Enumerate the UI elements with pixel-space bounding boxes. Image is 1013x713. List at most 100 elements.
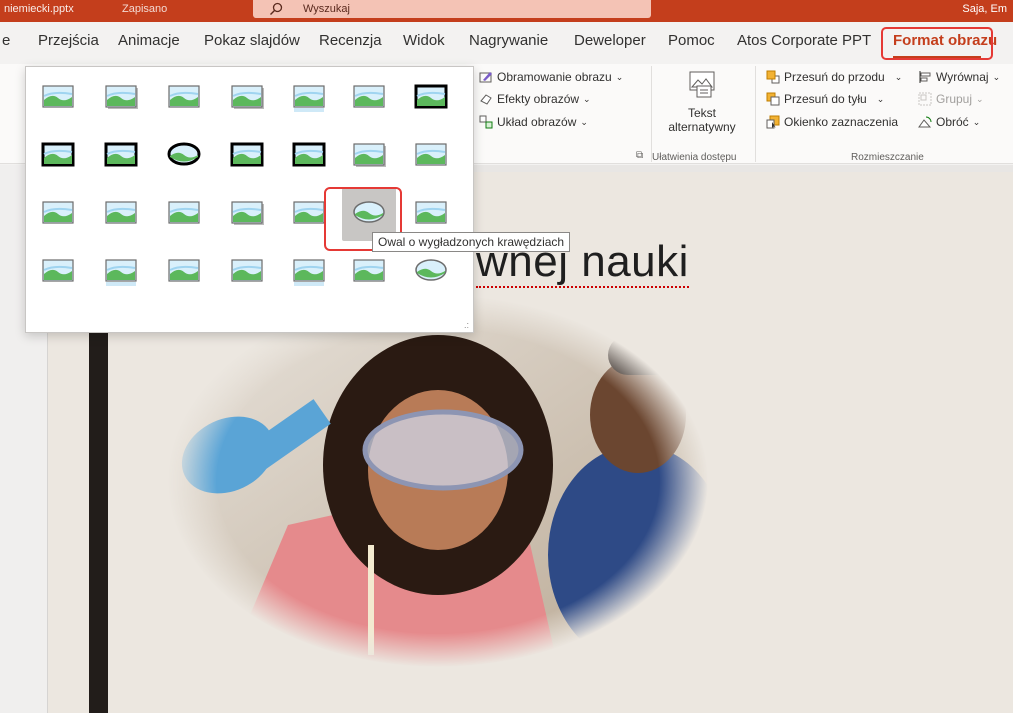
gallery-item-beveled-matte[interactable] bbox=[157, 71, 211, 125]
gallery-item-metal-rounded[interactable] bbox=[342, 245, 396, 299]
chevron-down-icon: ⌄ bbox=[615, 71, 624, 82]
gallery-item-compound-frame-black[interactable] bbox=[220, 129, 274, 183]
dialog-launcher-icon[interactable]: ⧉ bbox=[636, 150, 643, 161]
gallery-item-rounded-diagonal[interactable] bbox=[404, 129, 458, 183]
gallery-item-simple-frame[interactable] bbox=[31, 71, 85, 125]
picture-style-icon bbox=[42, 201, 74, 224]
picture-style-icon bbox=[293, 259, 325, 286]
rotate-icon bbox=[918, 116, 932, 128]
group-button[interactable]: Grupuj ⌄ bbox=[918, 92, 984, 106]
picture-style-icon bbox=[42, 85, 74, 108]
picture-style-icon bbox=[415, 143, 447, 166]
picture-effects-icon bbox=[480, 94, 492, 105]
picture-layout-label: Układ obrazów bbox=[497, 115, 577, 129]
accessibility-group-label: Ułatwienia dostępu bbox=[652, 152, 737, 163]
gallery-item-center-shadow[interactable] bbox=[342, 129, 396, 183]
picture-style-icon bbox=[168, 259, 200, 282]
gallery-item-reflected-perspective[interactable] bbox=[94, 245, 148, 299]
gallery-item-double-frame-black[interactable] bbox=[404, 71, 458, 125]
align-button[interactable]: Wyrównaj ⌄ bbox=[918, 70, 1000, 84]
gallery-item-metal-oval[interactable] bbox=[404, 245, 458, 299]
alt-text-label-1: Tekst bbox=[687, 106, 716, 120]
selection-pane-button[interactable]: Okienko zaznaczenia bbox=[766, 115, 898, 129]
gallery-item-reflected-bevel[interactable] bbox=[282, 245, 336, 299]
search-icon bbox=[270, 2, 283, 15]
gallery-item-beveled-oval-black[interactable] bbox=[157, 129, 211, 183]
gallery-tooltip: Owal o wygładzonych krawędziach bbox=[372, 232, 571, 252]
align-icon bbox=[919, 71, 931, 83]
picture-style-icon bbox=[168, 201, 200, 224]
picture-layout-button[interactable]: Układ obrazów ⌄ bbox=[479, 115, 588, 129]
picture-style-icon bbox=[231, 259, 263, 282]
picture-style-icon bbox=[353, 143, 386, 167]
search-box[interactable]: Wyszukaj bbox=[253, 0, 651, 18]
picture-style-icon bbox=[293, 201, 325, 224]
file-name: niemiecki.pptx bbox=[4, 3, 74, 15]
gallery-item-perspective-shadow[interactable] bbox=[220, 187, 274, 241]
bring-forward-label: Przesuń do przodu bbox=[784, 70, 885, 84]
slide-picture[interactable] bbox=[168, 295, 708, 667]
picture-effects-button[interactable]: Efekty obrazów ⌄ bbox=[479, 92, 591, 106]
arrange-group-label: Rozmieszczanie bbox=[851, 152, 924, 163]
alt-text-icon bbox=[689, 71, 715, 98]
tab-review[interactable]: Recenzja bbox=[319, 32, 382, 49]
gallery-item-bevel-perspective[interactable] bbox=[157, 245, 211, 299]
gallery-item-perspective-left[interactable] bbox=[31, 245, 85, 299]
gallery-item-simple-shadow[interactable] bbox=[94, 71, 148, 125]
align-label: Wyrównaj bbox=[936, 70, 989, 84]
picture-border-label: Obramowanie obrazu bbox=[497, 70, 612, 84]
gallery-item-moderate-frame-white[interactable] bbox=[94, 187, 148, 241]
picture-style-icon bbox=[167, 142, 201, 166]
gallery-item-snip-diagonal[interactable] bbox=[31, 187, 85, 241]
gallery-item-moderate-frame-black[interactable] bbox=[282, 129, 336, 183]
picture-style-icon bbox=[168, 85, 200, 108]
picture-style-icon bbox=[353, 259, 385, 282]
rotate-button[interactable]: Obróć ⌄ bbox=[918, 115, 980, 129]
tab-view[interactable]: Widok bbox=[403, 32, 445, 49]
resize-grip-icon[interactable]: .: bbox=[464, 320, 469, 330]
user-name[interactable]: Saja, Em bbox=[962, 3, 1007, 15]
gallery-item-soft-edge-rect[interactable] bbox=[342, 71, 396, 125]
tab-transitions[interactable]: Przejścia bbox=[38, 32, 99, 49]
tab-highlight-box bbox=[881, 27, 993, 60]
picture-style-icon bbox=[415, 259, 447, 281]
chevron-down-icon: ⌄ bbox=[992, 71, 1001, 82]
picture-style-icon bbox=[414, 84, 448, 109]
gallery-item-metal-frame[interactable] bbox=[220, 245, 274, 299]
picture-effects-label: Efekty obrazów bbox=[497, 92, 580, 106]
tab-partial[interactable]: e bbox=[2, 32, 10, 49]
picture-border-button[interactable]: Obramowanie obrazu ⌄ bbox=[479, 70, 623, 84]
ribbon-tabs: e Przejścia Animacje Pokaz slajdów Recen… bbox=[0, 22, 1013, 64]
chevron-down-icon: ⌄ bbox=[972, 116, 981, 127]
tab-recording[interactable]: Nagrywanie bbox=[469, 32, 548, 49]
tab-atos-corporate[interactable]: Atos Corporate PPT bbox=[737, 32, 871, 49]
picture-style-icon bbox=[105, 259, 137, 286]
send-backward-label: Przesuń do tyłu bbox=[784, 92, 867, 106]
picture-style-icon bbox=[415, 201, 447, 224]
chevron-down-icon: ⌄ bbox=[583, 93, 591, 104]
alt-text-button[interactable]: Tekst alternatywny bbox=[660, 70, 744, 142]
tab-help[interactable]: Pomoc bbox=[668, 32, 715, 49]
chevron-down-icon: ⌄ bbox=[894, 71, 903, 82]
group-icon bbox=[918, 92, 932, 106]
tab-slideshow[interactable]: Pokaz slajdów bbox=[204, 32, 300, 49]
selection-pane-label: Okienko zaznaczenia bbox=[784, 115, 899, 129]
ribbon-separator bbox=[651, 66, 652, 162]
bring-forward-button[interactable]: Przesuń do przodu ⌄ bbox=[766, 70, 902, 84]
tab-developer[interactable]: Deweloper bbox=[574, 32, 646, 49]
tab-animations[interactable]: Animacje bbox=[118, 32, 180, 49]
picture-style-icon bbox=[41, 142, 75, 167]
gallery-item-reflected-rounded[interactable] bbox=[282, 71, 336, 125]
gallery-item-thick-matte-black[interactable] bbox=[31, 129, 85, 183]
picture-style-icon bbox=[231, 85, 264, 109]
gallery-item-rotated-white[interactable] bbox=[157, 187, 211, 241]
selection-pane-icon bbox=[766, 115, 780, 129]
ribbon-separator bbox=[755, 66, 756, 162]
picture-style-icon bbox=[42, 259, 74, 282]
chevron-down-icon: ⌄ bbox=[876, 93, 885, 104]
send-backward-button[interactable]: Przesuń do tyłu ⌄ bbox=[766, 92, 884, 106]
gallery-item-simple-frame-black[interactable] bbox=[94, 129, 148, 183]
picture-border-icon bbox=[479, 72, 492, 83]
alt-text-label-2: alternatywny bbox=[668, 120, 736, 134]
gallery-item-drop-shadow-rect[interactable] bbox=[220, 71, 274, 125]
